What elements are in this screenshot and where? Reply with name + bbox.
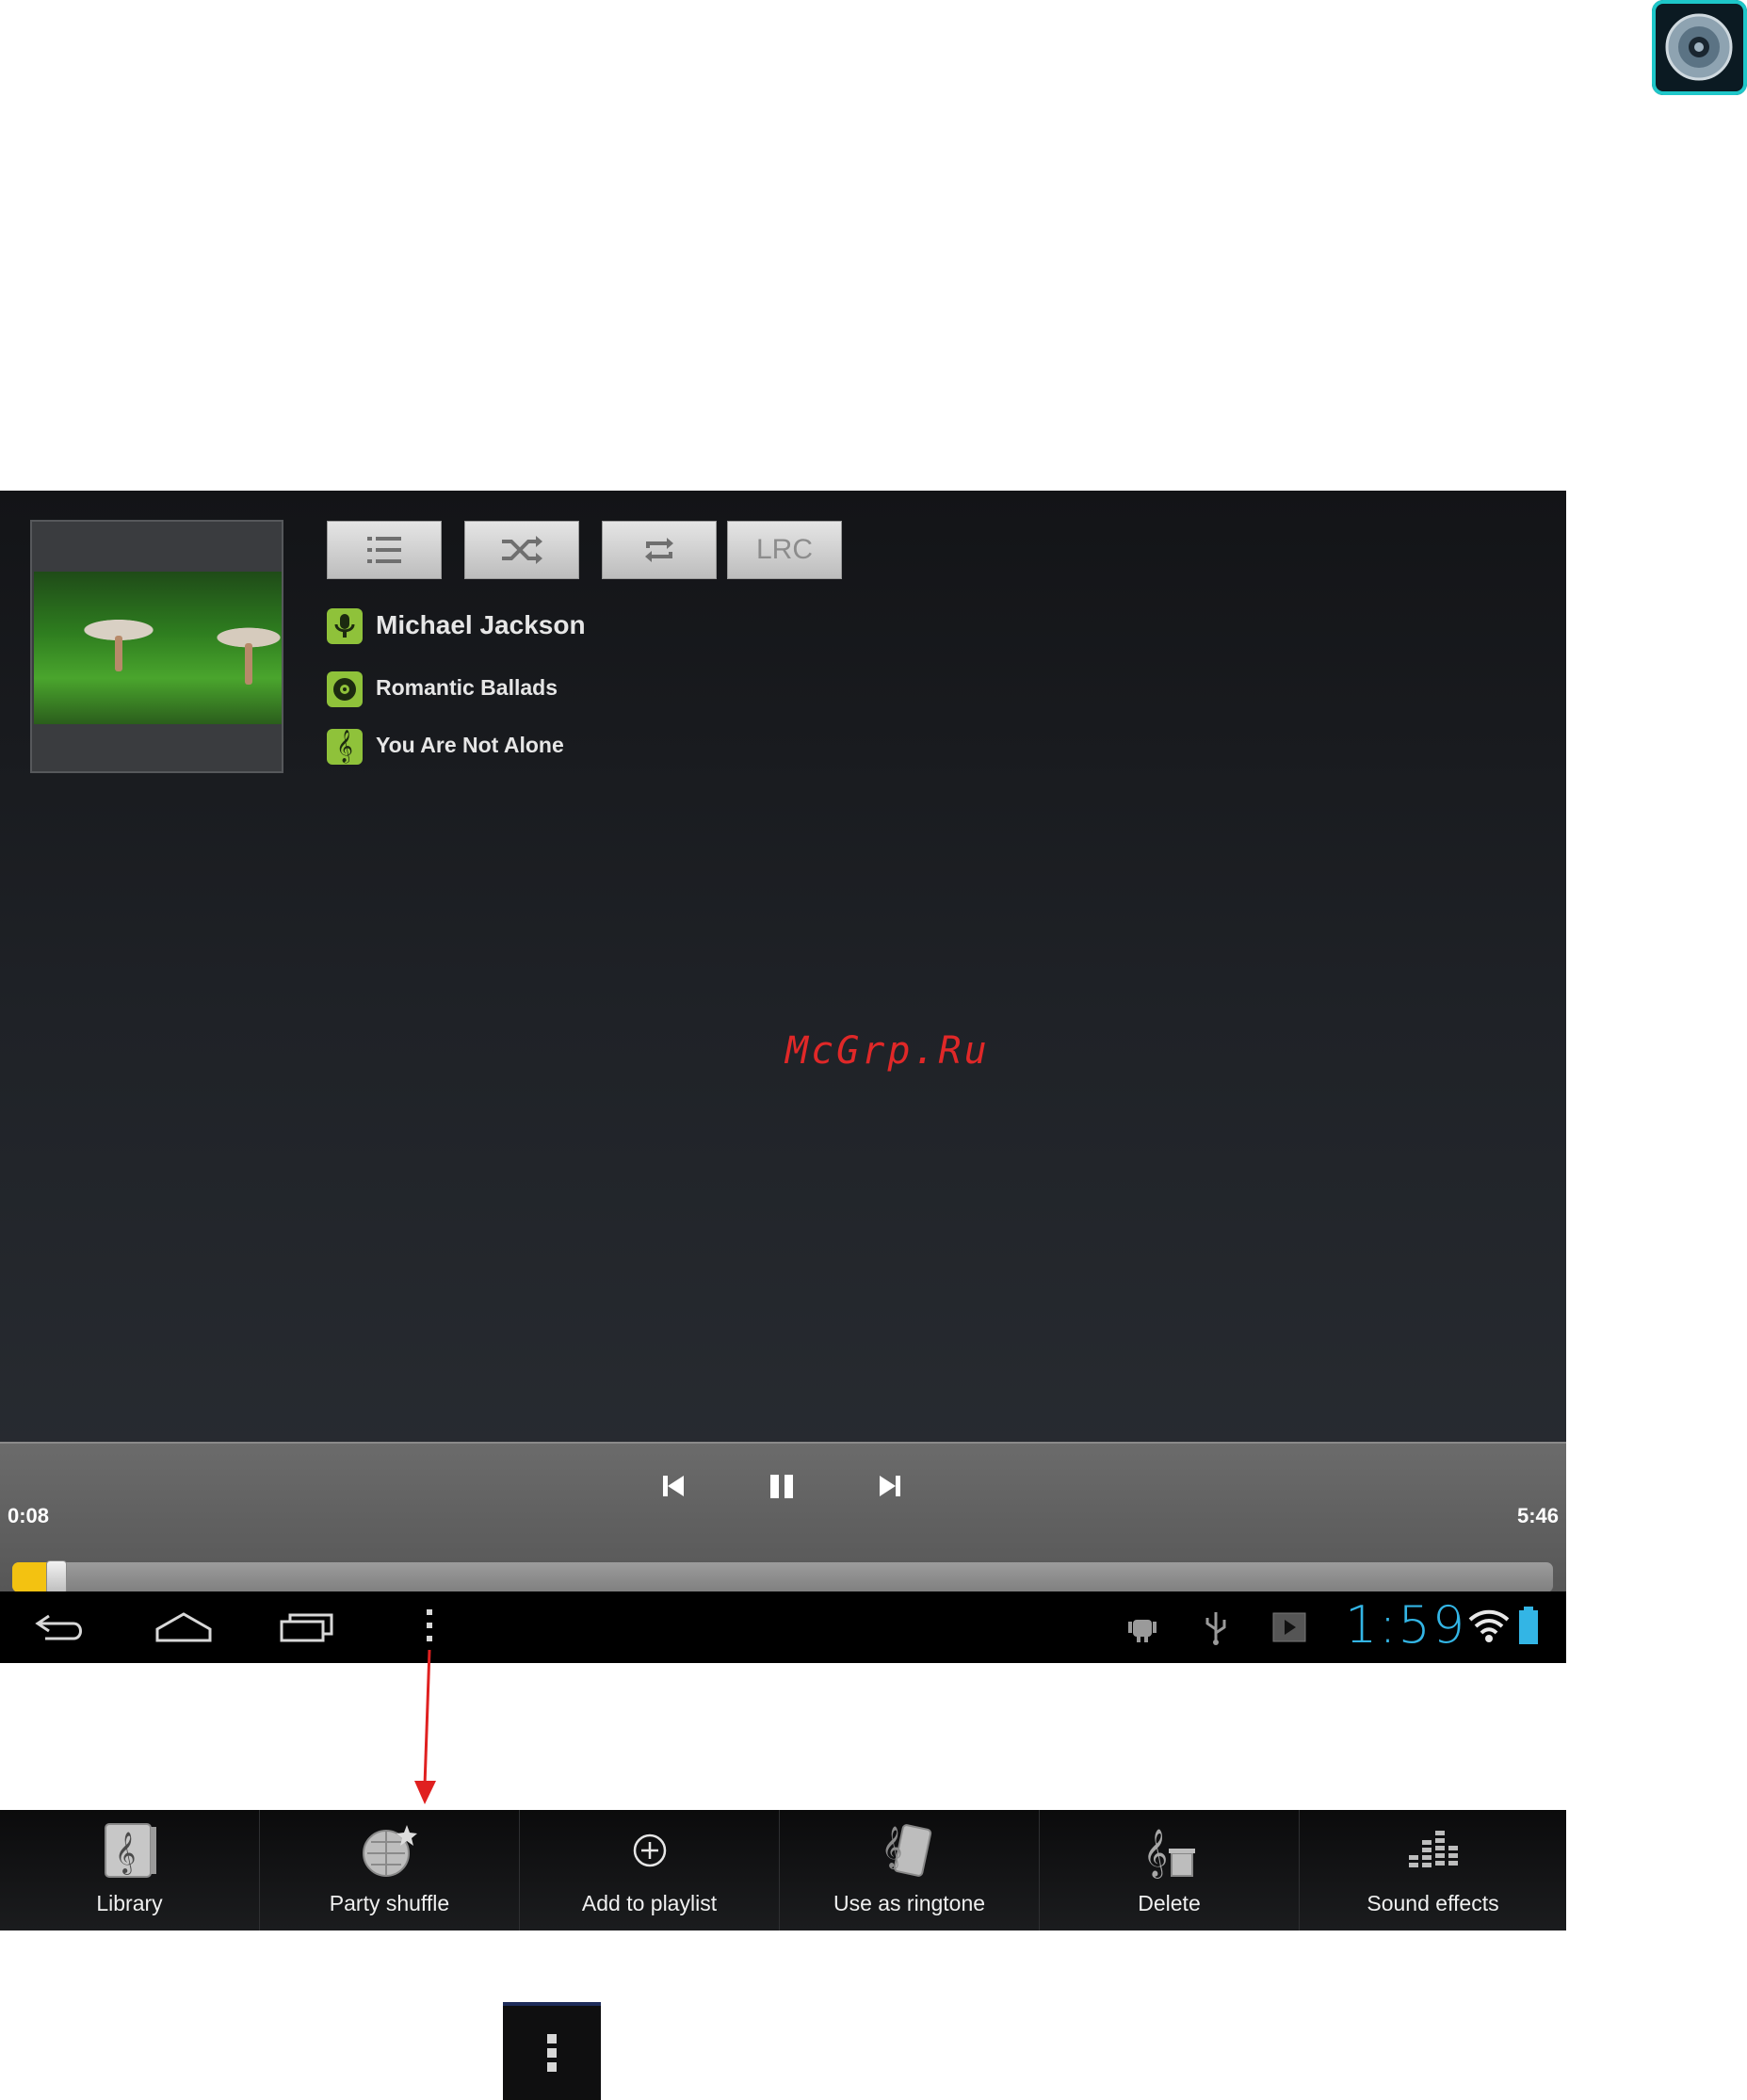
back-button[interactable] [32,1610,89,1648]
repeat-button[interactable] [602,521,717,579]
album-disc-icon [327,671,363,707]
menu-item-add-to-playlist[interactable]: Add to playlist [520,1810,780,1930]
pause-icon [770,1475,793,1498]
home-button[interactable] [154,1610,213,1648]
svg-text:𝄞: 𝄞 [115,1832,136,1875]
microphone-icon [327,608,363,644]
delete-icon: 𝄞 [1141,1819,1198,1882]
overflow-menu-button[interactable] [422,1607,437,1648]
menu-item-label: Use as ringtone [833,1891,986,1915]
svg-text:𝄞: 𝄞 [1143,1829,1168,1879]
album-name: Romantic Ballads [376,675,558,700]
lyrics-button-label: LRC [755,534,813,565]
next-icon [880,1476,900,1496]
wifi-icon [1467,1608,1511,1648]
battery-icon [1517,1605,1540,1650]
music-player-screen: LRC Michael Jackson Romantic Ballads 𝄞 Y… [0,491,1566,1663]
pause-button[interactable] [768,1472,796,1500]
menu-item-party-shuffle[interactable]: Party shuffle [260,1810,520,1930]
song-title: You Are Not Alone [376,733,564,757]
watermark: McGrp.Ru [785,1029,990,1073]
menu-item-delete[interactable]: 𝄞 Delete [1040,1810,1300,1930]
recent-apps-icon [280,1613,333,1642]
lyrics-button[interactable]: LRC [727,521,842,579]
seek-bar-fill [12,1562,50,1592]
menu-item-label: Add to playlist [581,1891,718,1915]
party-shuffle-icon [362,1819,418,1882]
previous-icon [663,1476,684,1496]
system-navigation-bar: 1:59 [0,1591,1566,1663]
home-icon [155,1612,212,1642]
total-time: 5:46 [1516,1504,1559,1527]
library-icon: 𝄞 [102,1819,158,1882]
menu-item-sound-effects[interactable]: Sound effects [1300,1810,1566,1930]
overflow-menu-icon [427,1609,432,1641]
elapsed-time: 0:08 [8,1504,50,1527]
overflow-dots-icon [547,2034,557,2072]
ringtone-icon: 𝄞 [880,1819,940,1882]
android-debug-icon [1125,1610,1159,1648]
previous-track-button[interactable] [659,1472,687,1500]
media-playing-icon [1272,1612,1306,1646]
shuffle-icon [502,536,542,564]
menu-item-library[interactable]: 𝄞 Library [0,1810,260,1930]
shuffle-button[interactable] [464,521,579,579]
menu-item-label: Party shuffle [329,1891,450,1915]
next-track-button[interactable] [876,1472,904,1500]
menu-item-label: Delete [1138,1891,1201,1915]
recent-apps-button[interactable] [279,1610,335,1648]
playlist-button[interactable] [327,521,442,579]
seek-bar[interactable] [11,1560,1554,1594]
options-menu-bar: 𝄞 Library Party shuffle Add to playlist … [0,1810,1566,1930]
transport-controls: 0:08 5:46 [0,1442,1566,1604]
album-art[interactable] [30,520,283,773]
song-treble-clef-icon: 𝄞 [327,729,363,765]
album-photo [34,572,282,724]
svg-text:𝄞: 𝄞 [882,1826,902,1869]
overflow-menu-icon-closeup [503,2002,601,2100]
music-app-speaker-icon [1652,0,1747,95]
artist-name: Michael Jackson [376,610,586,639]
menu-item-label: Sound effects [1367,1891,1499,1915]
add-icon [631,1819,669,1882]
usb-icon [1202,1608,1230,1650]
repeat-icon [645,538,673,562]
list-icon [367,537,401,563]
status-clock: 1:59 [1345,1595,1467,1655]
menu-item-use-as-ringtone[interactable]: 𝄞 Use as ringtone [780,1810,1040,1930]
seek-bar-thumb[interactable] [46,1560,67,1594]
sound-effects-icon [1407,1819,1460,1882]
menu-item-label: Library [96,1891,163,1915]
back-icon [35,1614,82,1640]
